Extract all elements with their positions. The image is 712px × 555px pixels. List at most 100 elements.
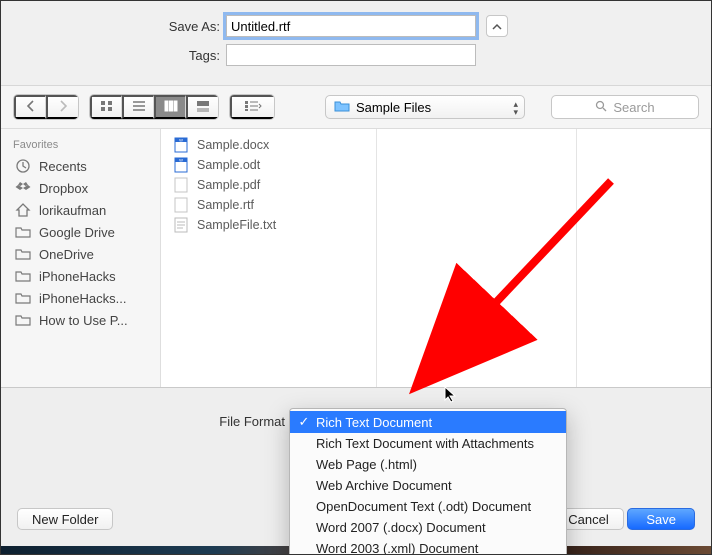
chevron-up-icon bbox=[492, 19, 502, 34]
folder-icon bbox=[15, 246, 31, 262]
bottom-panel: File Format ✓ Rich Text Document Rich Text… bbox=[1, 387, 711, 555]
folder-icon bbox=[15, 290, 31, 306]
file-name-label: Sample.rtf bbox=[197, 198, 254, 212]
search-placeholder: Search bbox=[613, 100, 654, 115]
svg-text:W: W bbox=[179, 138, 183, 143]
save-dialog: Save As: Tags: bbox=[0, 0, 712, 555]
file-format-option-label: Rich Text Document with Attachments bbox=[316, 436, 534, 451]
save-as-input[interactable] bbox=[226, 15, 476, 37]
sidebar-item[interactable]: OneDrive bbox=[1, 243, 160, 265]
folder-icon bbox=[334, 100, 350, 115]
doc-generic-icon bbox=[173, 177, 189, 193]
file-format-option-label: Word 2003 (.xml) Document bbox=[316, 541, 478, 555]
file-format-option[interactable]: Word 2003 (.xml) Document bbox=[290, 538, 566, 555]
search-icon bbox=[595, 100, 607, 115]
file-format-option[interactable]: OpenDocument Text (.odt) Document bbox=[290, 496, 566, 517]
clock-icon bbox=[15, 158, 31, 174]
grid-icon bbox=[100, 100, 114, 115]
back-button[interactable] bbox=[14, 95, 46, 119]
nav-group bbox=[13, 94, 79, 120]
file-format-option-label: OpenDocument Text (.odt) Document bbox=[316, 499, 531, 514]
check-icon: ✓ bbox=[298, 414, 310, 430]
list-icon bbox=[132, 100, 146, 115]
sidebar-header: Favorites bbox=[1, 135, 160, 155]
sidebar-item[interactable]: iPhoneHacks bbox=[1, 265, 160, 287]
sidebar-item[interactable]: Dropbox bbox=[1, 177, 160, 199]
folder-popup[interactable]: Sample Files ▴▾ bbox=[325, 95, 525, 119]
chevron-right-icon bbox=[58, 100, 68, 115]
collapse-button[interactable] bbox=[486, 15, 508, 37]
file-format-option-label: Word 2007 (.docx) Document bbox=[316, 520, 486, 535]
arrange-group bbox=[229, 94, 275, 120]
folder-icon bbox=[15, 312, 31, 328]
new-folder-button[interactable]: New Folder bbox=[17, 508, 113, 530]
view-mode-group bbox=[89, 94, 219, 120]
sidebar-item-label: lorikaufman bbox=[39, 203, 106, 218]
doc-generic-icon bbox=[173, 197, 189, 213]
sidebar-item-label: Dropbox bbox=[39, 181, 88, 196]
file-item[interactable]: SampleFile.txt bbox=[161, 215, 376, 235]
file-column-2 bbox=[377, 129, 577, 387]
sidebar-item-label: Recents bbox=[39, 159, 87, 174]
file-name-label: SampleFile.txt bbox=[197, 218, 276, 232]
file-format-option[interactable]: Rich Text Document with Attachments bbox=[290, 433, 566, 454]
sidebar-item-label: iPhoneHacks... bbox=[39, 291, 126, 306]
preview-column bbox=[577, 129, 711, 387]
file-format-option[interactable]: Web Page (.html) bbox=[290, 454, 566, 475]
file-format-option-label: Web Archive Document bbox=[316, 478, 452, 493]
dropbox-icon bbox=[15, 180, 31, 196]
file-name-label: Sample.pdf bbox=[197, 178, 260, 192]
save-form: Save As: Tags: bbox=[1, 1, 711, 86]
chevron-left-icon bbox=[26, 100, 36, 115]
file-format-option-label: Web Page (.html) bbox=[316, 457, 417, 472]
file-item[interactable]: Sample.rtf bbox=[161, 195, 376, 215]
columns-icon bbox=[164, 100, 178, 115]
file-format-dropdown[interactable]: ✓ Rich Text Document Rich Text Document wi… bbox=[289, 408, 567, 555]
search-field[interactable]: Search bbox=[551, 95, 699, 119]
coverflow-icon bbox=[196, 100, 210, 115]
doc-word-icon: W bbox=[173, 157, 189, 173]
home-icon bbox=[15, 202, 31, 218]
sidebar-item[interactable]: lorikaufman bbox=[1, 199, 160, 221]
svg-text:W: W bbox=[179, 158, 183, 163]
save-button[interactable]: Save bbox=[627, 508, 695, 530]
sidebar-item[interactable]: iPhoneHacks... bbox=[1, 287, 160, 309]
file-format-option[interactable]: Web Archive Document bbox=[290, 475, 566, 496]
file-column: W Sample.docx W Sample.odt Sample.pdf Sample.… bbox=[161, 129, 377, 387]
tags-input[interactable] bbox=[226, 44, 476, 66]
arrange-button[interactable] bbox=[230, 95, 274, 119]
doc-txt-icon bbox=[173, 217, 189, 233]
column-view-button[interactable] bbox=[154, 95, 186, 119]
file-format-option-label: Rich Text Document bbox=[316, 415, 432, 430]
sidebar-item[interactable]: How to Use P... bbox=[1, 309, 160, 331]
file-name-label: Sample.odt bbox=[197, 158, 260, 172]
file-item[interactable]: Sample.pdf bbox=[161, 175, 376, 195]
file-format-option[interactable]: ✓ Rich Text Document bbox=[290, 411, 566, 433]
sidebar-item-label: iPhoneHacks bbox=[39, 269, 116, 284]
icon-view-button[interactable] bbox=[90, 95, 122, 119]
browser-toolbar: Sample Files ▴▾ Search bbox=[1, 86, 711, 129]
sidebar-item-label: Google Drive bbox=[39, 225, 115, 240]
coverflow-view-button[interactable] bbox=[186, 95, 218, 119]
file-format-option[interactable]: Word 2007 (.docx) Document bbox=[290, 517, 566, 538]
arrange-icon bbox=[244, 100, 262, 115]
save-as-label: Save As: bbox=[1, 19, 226, 34]
doc-word-icon: W bbox=[173, 137, 189, 153]
folder-icon bbox=[15, 224, 31, 240]
file-name-label: Sample.docx bbox=[197, 138, 269, 152]
updown-icon: ▴▾ bbox=[513, 100, 518, 116]
list-view-button[interactable] bbox=[122, 95, 154, 119]
file-item[interactable]: W Sample.odt bbox=[161, 155, 376, 175]
sidebar-item[interactable]: Google Drive bbox=[1, 221, 160, 243]
folder-icon bbox=[15, 268, 31, 284]
sidebar-item-label: How to Use P... bbox=[39, 313, 128, 328]
sidebar-item[interactable]: Recents bbox=[1, 155, 160, 177]
sidebar-item-label: OneDrive bbox=[39, 247, 94, 262]
file-browser: Favorites Recents Dropbox lorikaufman Googl… bbox=[1, 129, 711, 387]
forward-button[interactable] bbox=[46, 95, 78, 119]
folder-name: Sample Files bbox=[356, 100, 431, 115]
file-format-label: File Format bbox=[1, 410, 289, 429]
file-item[interactable]: W Sample.docx bbox=[161, 135, 376, 155]
tags-label: Tags: bbox=[1, 48, 226, 63]
sidebar: Favorites Recents Dropbox lorikaufman Googl… bbox=[1, 129, 161, 387]
